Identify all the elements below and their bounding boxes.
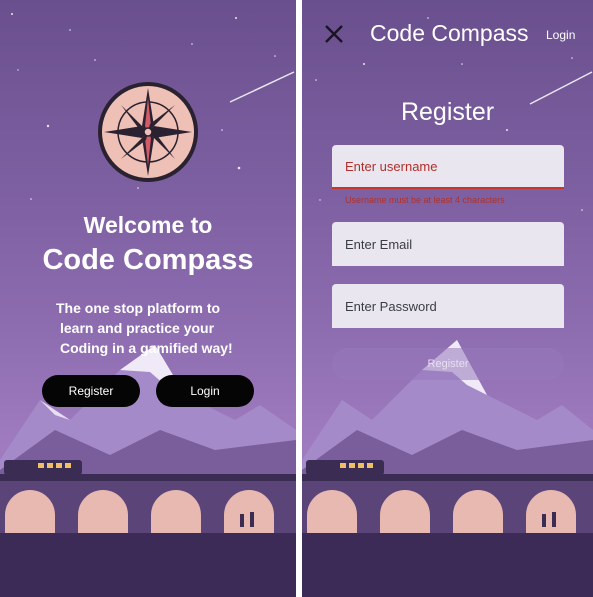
welcome-screen: Welcome to Code Compass The one stop pla… <box>0 0 296 597</box>
compass-rose-icon <box>98 82 198 182</box>
username-error: Username must be at least 4 characters <box>345 195 505 205</box>
app-name-heading: Code Compass <box>42 244 254 276</box>
username-field[interactable]: Enter username <box>332 145 564 189</box>
login-button[interactable]: Login <box>156 375 254 407</box>
password-field[interactable]: Enter Password <box>332 284 564 328</box>
tagline: The one stop platform to learn and pract… <box>52 298 252 358</box>
register-button[interactable]: Register <box>42 375 140 407</box>
register-heading: Register <box>400 98 495 126</box>
register-screen: Code Compass Login Register Enter userna… <box>302 0 593 597</box>
tagline-line: Coding in a gamified way! <box>60 340 233 356</box>
welcome-heading: Welcome to <box>83 212 213 238</box>
app-title: Code Compass <box>370 20 529 46</box>
email-field[interactable]: Enter Email <box>332 222 564 266</box>
tagline-line: The one stop platform to <box>56 300 221 316</box>
close-icon[interactable] <box>322 22 346 46</box>
login-link[interactable]: Login <box>546 28 575 42</box>
tagline-line: learn and practice your <box>60 320 215 336</box>
register-submit-button[interactable]: Register <box>332 348 564 380</box>
